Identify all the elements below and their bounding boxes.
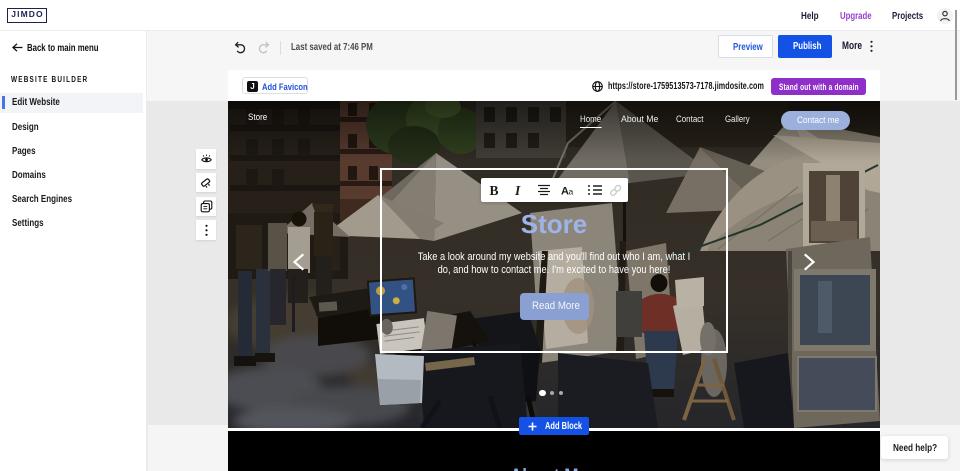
svg-text:I: I bbox=[514, 183, 521, 198]
svg-text:B: B bbox=[490, 183, 499, 198]
svg-text:a: a bbox=[569, 187, 574, 197]
